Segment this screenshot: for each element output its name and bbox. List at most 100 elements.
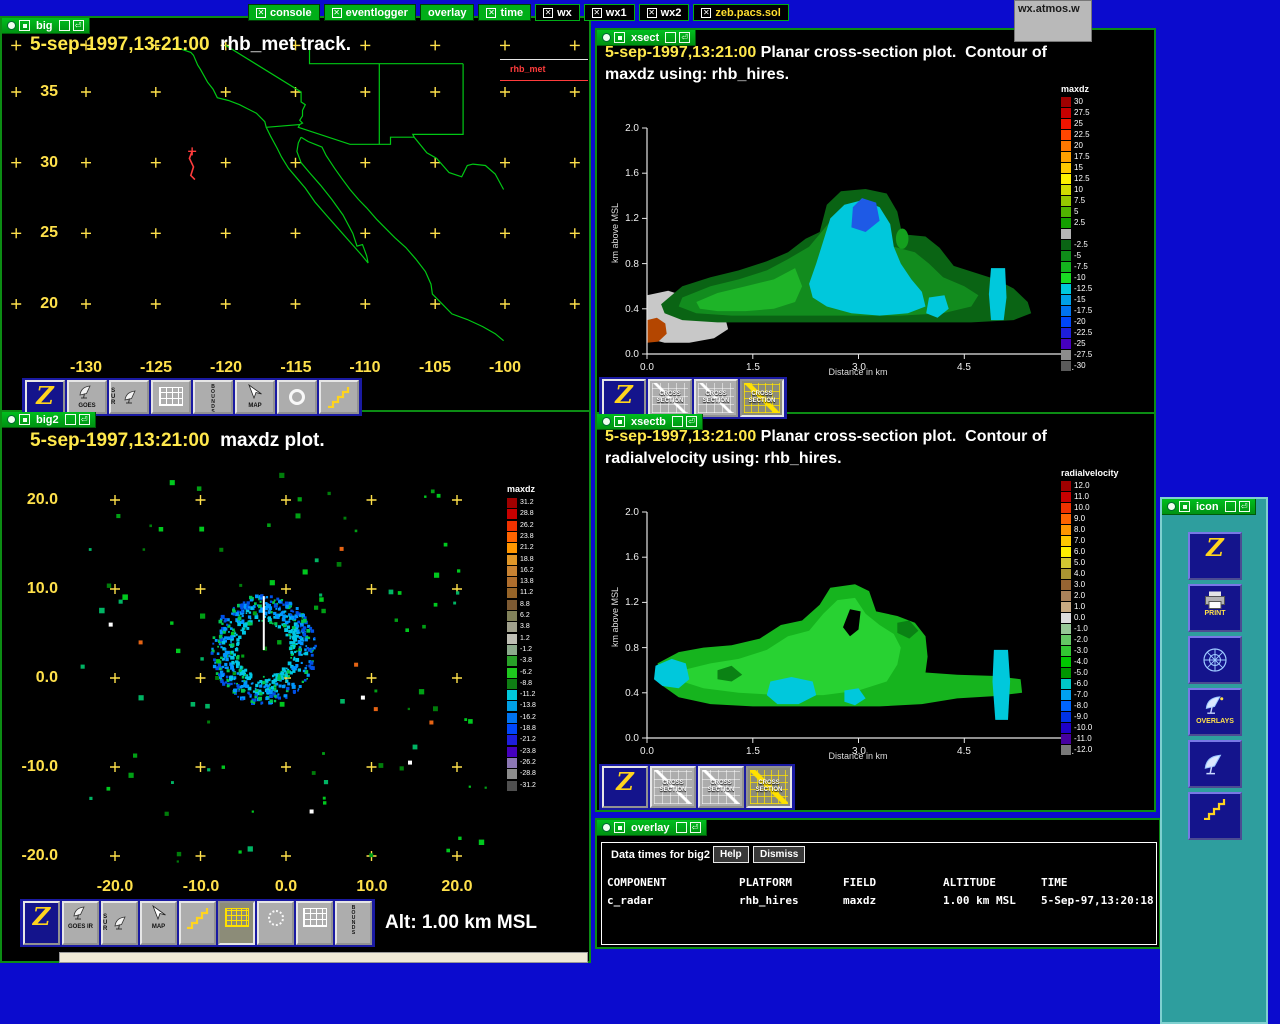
- taskbar-button-wx[interactable]: ✕wx: [535, 4, 580, 21]
- toolbar-button-goes-ir[interactable]: GOES IR: [62, 901, 99, 945]
- taskbar-button-overlay[interactable]: overlay: [420, 4, 475, 21]
- x-tick-label: 4.5: [950, 746, 978, 757]
- toolbar-button-stairs[interactable]: [179, 901, 216, 945]
- window-iconify-button[interactable]: [19, 414, 30, 425]
- taskbar-button-wx1[interactable]: ✕wx1: [584, 4, 635, 21]
- window-zoom-button[interactable]: ⏎: [73, 20, 84, 31]
- colorbar-swatch: [1061, 712, 1071, 722]
- horizontal-scrollbar[interactable]: [59, 952, 588, 963]
- colorbar-swatch: [1061, 97, 1071, 107]
- dish-icon: [71, 904, 91, 924]
- icon-button-dish[interactable]: [1188, 740, 1242, 788]
- colorbar-label: -7.5: [1074, 262, 1088, 272]
- button-label: CROSSSECTION: [650, 381, 690, 415]
- window-iconify-button[interactable]: [614, 416, 625, 427]
- titlebar-xsectb[interactable]: xsectb⏎: [597, 414, 703, 430]
- colorbar-entry: 13.8: [507, 577, 534, 587]
- taskbar-button-console[interactable]: ✕console: [248, 4, 320, 21]
- ppi-plot[interactable]: [2, 412, 589, 898]
- icon-button-radar-scope[interactable]: [1188, 636, 1242, 684]
- coastline-and-borders: [175, 45, 503, 340]
- window-resize-button[interactable]: [1225, 501, 1236, 512]
- titlebar-big[interactable]: big⏎: [2, 18, 90, 34]
- toolbar-button-bounds[interactable]: BOUNDS: [335, 901, 372, 945]
- toolbar-button-stairs[interactable]: [319, 380, 359, 414]
- toolbar-button-cross-section[interactable]: CROSSSECTION: [698, 766, 744, 808]
- toolbar-button-map[interactable]: MAP: [140, 901, 177, 945]
- toolbar-button-z-logo[interactable]: Z: [602, 766, 648, 808]
- colorbar-swatch: [1061, 218, 1071, 228]
- window-menu-icon[interactable]: [7, 415, 16, 424]
- titlebar-icon[interactable]: icon⏎: [1162, 499, 1256, 515]
- colorbar-entry: 4.0: [1061, 569, 1085, 579]
- window-menu-icon[interactable]: [602, 33, 611, 42]
- toolbar-button-ring[interactable]: [277, 380, 317, 414]
- window-resize-button[interactable]: [672, 416, 683, 427]
- map-x-tick-label: -120: [196, 359, 256, 377]
- colorbar-label: 11.0: [1074, 492, 1089, 502]
- plot-header-line2: radialvelocity using: rhb_hires.: [605, 450, 842, 468]
- colorbar-label: -1.2: [520, 645, 532, 655]
- toolbar-button-cross-section[interactable]: CROSSSECTION: [648, 379, 692, 417]
- dismiss-button[interactable]: Dismiss: [753, 846, 805, 863]
- window-iconify-button[interactable]: [1179, 501, 1190, 512]
- toolbar-button-cross-section[interactable]: CROSSSECTION: [650, 766, 696, 808]
- taskbar-button-zeb.pacs.sol[interactable]: ✕zeb.pacs.sol: [693, 4, 788, 21]
- window-menu-icon[interactable]: [7, 21, 16, 30]
- window-iconify-button[interactable]: [614, 822, 625, 833]
- window-menu-icon[interactable]: [1167, 502, 1176, 511]
- window-zoom-button[interactable]: ⏎: [686, 416, 697, 427]
- toolbar-button-cross-section[interactable]: CROSSSECTION: [740, 379, 784, 417]
- window-menu-icon[interactable]: [602, 823, 611, 832]
- window-menu-icon[interactable]: [602, 417, 611, 426]
- window-resize-button[interactable]: [665, 32, 676, 43]
- icon-button-overlays[interactable]: OVERLAYS: [1188, 688, 1242, 736]
- taskbar-button-time[interactable]: ✕time: [478, 4, 531, 21]
- taskbar-button-eventlogger[interactable]: ✕eventlogger: [324, 4, 416, 21]
- toolbar-button-goes[interactable]: GOES: [67, 380, 107, 414]
- colorbar-swatch: [1061, 514, 1071, 524]
- window-resize-button[interactable]: [676, 822, 687, 833]
- toolbar-button-z-logo[interactable]: Z: [23, 901, 60, 945]
- help-button[interactable]: Help: [713, 846, 749, 863]
- ppi-x-tick-label: -20.0: [85, 878, 145, 896]
- toolbar-button-z-logo[interactable]: Z: [25, 380, 65, 414]
- toolbar-button-sur[interactable]: SUR: [101, 901, 138, 945]
- map-plot[interactable]: [2, 18, 589, 376]
- window-iconify-button[interactable]: [614, 32, 625, 43]
- icon-button-z-logo[interactable]: Z: [1188, 532, 1242, 580]
- icon-button-stairs[interactable]: [1188, 792, 1242, 840]
- big2-toolbar: ZGOES IRSURMAP BOUNDS: [20, 899, 375, 947]
- colorbar-entry: -18.8: [507, 724, 536, 734]
- window-resize-button[interactable]: [59, 20, 70, 31]
- window-zoom-button[interactable]: ⏎: [690, 822, 701, 833]
- titlebar-big2[interactable]: big2⏎: [2, 412, 96, 428]
- colorbar-entry: -7.0: [1061, 690, 1088, 700]
- xsect-toolbar: ZCROSSSECTIONCROSSSECTIONCROSSSECTION: [599, 377, 787, 419]
- titlebar-overlay[interactable]: overlay⏎: [597, 820, 707, 836]
- icon-button-print[interactable]: PRINT: [1188, 584, 1242, 632]
- colorbar-swatch: [1061, 558, 1071, 568]
- y-axis-title: km above MSL: [610, 183, 620, 283]
- toolbar-button-sur[interactable]: SUR: [109, 380, 149, 414]
- titlebar-xsect[interactable]: xsect⏎: [597, 30, 696, 46]
- colorbar-swatch: [507, 701, 517, 711]
- window-resize-button[interactable]: [65, 414, 76, 425]
- window-zoom-button[interactable]: ⏎: [679, 32, 690, 43]
- colorbar-entry: 16.2: [507, 566, 534, 576]
- colorbar-entry: -11.2: [507, 690, 535, 700]
- toolbar-button-grid-active[interactable]: [218, 901, 255, 945]
- taskbar-button-wx2[interactable]: ✕wx2: [639, 4, 690, 21]
- colorbar-label: -4.0: [1074, 657, 1088, 667]
- window-iconify-button[interactable]: [19, 20, 30, 31]
- toolbar-button-map[interactable]: MAP: [235, 380, 275, 414]
- toolbar-button-ring-dotted[interactable]: [257, 901, 294, 945]
- toolbar-button-cross-section[interactable]: CROSSSECTION: [694, 379, 738, 417]
- toolbar-button-cross-section[interactable]: CROSSSECTION: [746, 766, 792, 808]
- window-zoom-button[interactable]: ⏎: [79, 414, 90, 425]
- toolbar-button-grid[interactable]: [151, 380, 191, 414]
- toolbar-button-bounds[interactable]: BOUNDS: [193, 380, 233, 414]
- toolbar-button-grid[interactable]: [296, 901, 333, 945]
- toolbar-button-z-logo[interactable]: Z: [602, 379, 646, 417]
- window-zoom-button[interactable]: ⏎: [1239, 501, 1250, 512]
